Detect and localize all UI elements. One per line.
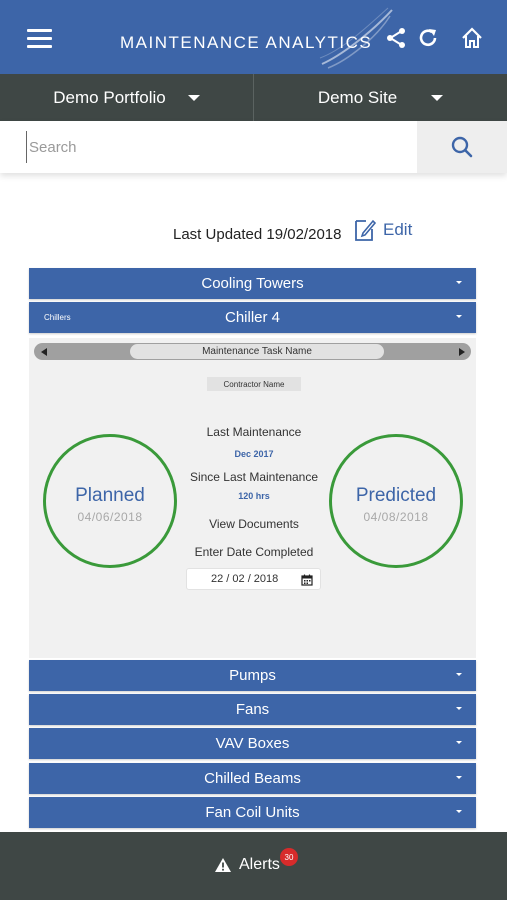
menu-icon[interactable] — [27, 29, 52, 49]
portfolio-dropdown[interactable]: Demo Portfolio — [0, 74, 253, 121]
since-maintenance-value: 120 hrs — [238, 491, 270, 501]
site-dropdown[interactable]: Demo Site — [254, 74, 507, 121]
portfolio-label: Demo Portfolio — [53, 87, 166, 107]
category-vav-boxes[interactable]: VAV Boxes — [29, 728, 476, 759]
category-fan-coil-units[interactable]: Fan Coil Units — [29, 797, 476, 828]
search-icon — [451, 136, 473, 158]
caret-down-icon — [456, 281, 462, 284]
maintenance-detail-panel: Maintenance Task Name Contractor Name Pl… — [29, 338, 476, 658]
category-label: Chilled Beams — [204, 770, 301, 787]
caret-down-icon — [456, 707, 462, 710]
since-maintenance-label: Since Last Maintenance — [189, 470, 319, 484]
edit-button[interactable]: Edit — [353, 217, 412, 243]
search-bar — [0, 121, 507, 173]
task-scroller[interactable]: Maintenance Task Name — [34, 343, 471, 360]
last-maintenance-value: Dec 2017 — [234, 449, 274, 459]
share-icon[interactable] — [384, 26, 408, 50]
enter-date-label: Enter Date Completed — [194, 545, 314, 559]
arrow-right-icon — [458, 347, 465, 356]
category-label: Chiller 4 — [224, 309, 281, 326]
planned-label: Planned — [75, 485, 145, 506]
category-parent-label: Chillers — [44, 313, 71, 322]
alerts-count-badge: 30 — [280, 848, 298, 866]
app-header: MAINTENANCE ANALYTICS — [0, 0, 507, 74]
scroll-left-arrow[interactable] — [36, 344, 51, 359]
task-name-thumb[interactable]: Maintenance Task Name — [130, 344, 384, 359]
date-completed-value: 22 / 02 / 2018 — [211, 573, 279, 585]
view-documents-link[interactable]: View Documents — [169, 517, 339, 531]
category-fans[interactable]: Fans — [29, 694, 476, 725]
warning-icon — [215, 858, 231, 872]
last-updated-text: Last Updated 19/02/2018 — [173, 226, 342, 243]
caret-down-icon — [456, 810, 462, 813]
alerts-button[interactable]: Alerts — [214, 856, 280, 874]
predicted-date: 04/08/2018 — [363, 510, 429, 524]
edit-icon — [355, 219, 377, 241]
search-button[interactable] — [417, 121, 507, 173]
category-chiller-selected[interactable]: Chillers Chiller 4 — [29, 302, 476, 333]
predicted-circle: Predicted 04/08/2018 — [329, 434, 463, 568]
caret-down-icon — [456, 673, 462, 676]
search-input[interactable] — [26, 131, 406, 163]
category-label: Fan Coil Units — [205, 804, 300, 821]
date-completed-input[interactable]: 22 / 02 / 2018 — [186, 568, 321, 590]
calendar-icon[interactable] — [301, 574, 313, 586]
category-label: Pumps — [229, 667, 276, 684]
scroll-right-arrow[interactable] — [454, 344, 469, 359]
category-cooling-towers[interactable]: Cooling Towers — [29, 268, 476, 299]
site-label: Demo Site — [317, 87, 398, 107]
last-maintenance-label: Last Maintenance — [206, 425, 302, 439]
category-pumps[interactable]: Pumps — [29, 660, 476, 691]
caret-down-icon — [456, 315, 462, 318]
category-chilled-beams[interactable]: Chilled Beams — [29, 763, 476, 794]
planned-date: 04/06/2018 — [77, 510, 143, 524]
alerts-label: Alerts — [239, 856, 280, 873]
home-icon[interactable] — [460, 26, 484, 50]
category-label: Cooling Towers — [201, 275, 304, 292]
contractor-name: Contractor Name — [207, 377, 301, 391]
portfolio-site-selector: Demo Portfolio Demo Site — [0, 74, 507, 121]
planned-circle: Planned 04/06/2018 — [43, 434, 177, 568]
category-label: Fans — [235, 701, 270, 718]
category-label: VAV Boxes — [215, 735, 290, 752]
caret-down-icon — [431, 94, 444, 101]
refresh-icon[interactable] — [416, 26, 440, 50]
caret-down-icon — [456, 741, 462, 744]
footer-bar: Alerts 30 — [0, 832, 507, 900]
arrow-left-icon — [40, 347, 47, 356]
caret-down-icon — [187, 94, 200, 101]
edit-label: Edit — [383, 220, 413, 239]
caret-down-icon — [456, 776, 462, 779]
predicted-label: Predicted — [355, 485, 437, 506]
app-title: MAINTENANCE ANALYTICS — [120, 33, 373, 52]
